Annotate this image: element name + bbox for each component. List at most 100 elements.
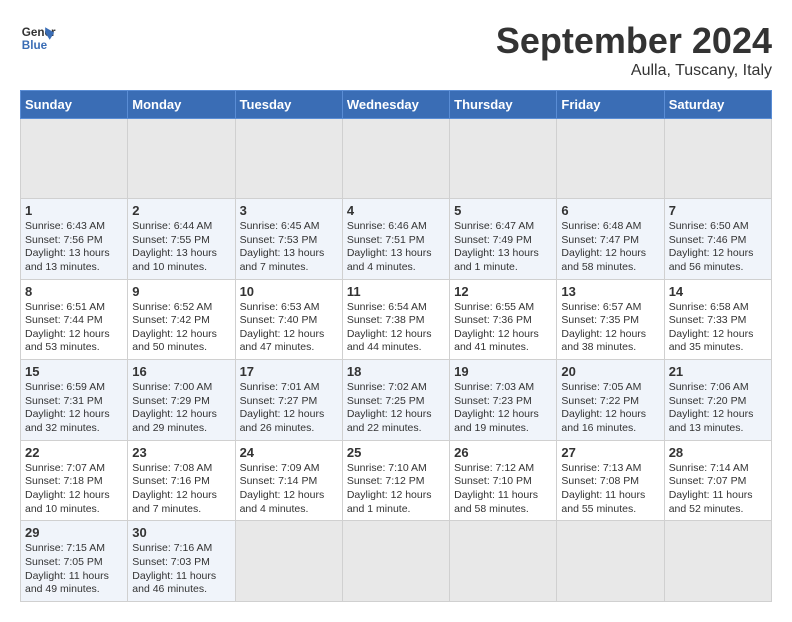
- day-info-line: Daylight: 12 hours and 13 minutes.: [669, 408, 767, 435]
- day-info-line: Sunrise: 6:43 AM: [25, 220, 123, 234]
- calendar-day-cell: 5Sunrise: 6:47 AMSunset: 7:49 PMDaylight…: [450, 199, 557, 280]
- day-number: 29: [25, 525, 123, 540]
- calendar-day-cell: [342, 119, 449, 199]
- day-number: 21: [669, 364, 767, 379]
- day-of-week-header: Sunday: [21, 91, 128, 119]
- day-of-week-header: Wednesday: [342, 91, 449, 119]
- day-info-line: Sunset: 7:18 PM: [25, 475, 123, 489]
- calendar-day-cell: [664, 119, 771, 199]
- day-number: 3: [240, 203, 338, 218]
- day-number: 20: [561, 364, 659, 379]
- day-info-line: Sunrise: 6:58 AM: [669, 301, 767, 315]
- day-info-line: Sunrise: 6:44 AM: [132, 220, 230, 234]
- calendar-day-cell: 29Sunrise: 7:15 AMSunset: 7:05 PMDayligh…: [21, 521, 128, 602]
- day-info-line: Daylight: 12 hours and 35 minutes.: [669, 328, 767, 355]
- day-info-line: Daylight: 12 hours and 4 minutes.: [240, 489, 338, 516]
- day-info-line: Daylight: 12 hours and 7 minutes.: [132, 489, 230, 516]
- day-info-line: Sunset: 7:22 PM: [561, 395, 659, 409]
- calendar-week-row: 1Sunrise: 6:43 AMSunset: 7:56 PMDaylight…: [21, 199, 772, 280]
- calendar-day-cell: 19Sunrise: 7:03 AMSunset: 7:23 PMDayligh…: [450, 360, 557, 441]
- calendar-day-cell: [21, 119, 128, 199]
- day-info-line: Sunrise: 6:51 AM: [25, 301, 123, 315]
- day-number: 2: [132, 203, 230, 218]
- calendar-day-cell: 26Sunrise: 7:12 AMSunset: 7:10 PMDayligh…: [450, 440, 557, 521]
- calendar-day-cell: [557, 521, 664, 602]
- calendar-day-cell: 1 Sunrise: 6:43 AMSunset: 7:56 PMDaylight…: [21, 199, 128, 280]
- day-info-line: Sunset: 7:42 PM: [132, 314, 230, 328]
- day-info-line: Sunset: 7:14 PM: [240, 475, 338, 489]
- calendar-day-cell: 23Sunrise: 7:08 AMSunset: 7:16 PMDayligh…: [128, 440, 235, 521]
- day-info-line: Sunrise: 6:50 AM: [669, 220, 767, 234]
- day-info-line: Sunrise: 7:13 AM: [561, 462, 659, 476]
- calendar-day-cell: 7Sunrise: 6:50 AMSunset: 7:46 PMDaylight…: [664, 199, 771, 280]
- day-of-week-header: Monday: [128, 91, 235, 119]
- day-header-row: SundayMondayTuesdayWednesdayThursdayFrid…: [21, 91, 772, 119]
- calendar-day-cell: 6Sunrise: 6:48 AMSunset: 7:47 PMDaylight…: [557, 199, 664, 280]
- day-number: 24: [240, 445, 338, 460]
- day-number: 1: [25, 203, 123, 218]
- calendar-day-cell: 8Sunrise: 6:51 AMSunset: 7:44 PMDaylight…: [21, 279, 128, 360]
- day-info-line: Daylight: 12 hours and 58 minutes.: [561, 247, 659, 274]
- calendar-day-cell: 28 Sunrise: 7:14 AMSunset: 7:07 PMDayligh…: [664, 440, 771, 521]
- day-of-week-header: Friday: [557, 91, 664, 119]
- calendar-week-row: 15Sunrise: 6:59 AMSunset: 7:31 PMDayligh…: [21, 360, 772, 441]
- logo-icon: General Blue: [20, 20, 56, 56]
- day-info-line: Daylight: 11 hours and 52 minutes.: [669, 489, 767, 516]
- day-info-line: Sunrise: 7:02 AM: [347, 381, 445, 395]
- day-info-line: Sunset: 7:46 PM: [669, 234, 767, 248]
- day-info-line: Sunrise: 6:59 AM: [25, 381, 123, 395]
- day-info-line: Sunset: 7:47 PM: [561, 234, 659, 248]
- day-number: 13: [561, 284, 659, 299]
- day-info-line: Sunrise: 7:14 AM: [669, 462, 767, 476]
- calendar-week-row: [21, 119, 772, 199]
- calendar-day-cell: 24Sunrise: 7:09 AMSunset: 7:14 PMDayligh…: [235, 440, 342, 521]
- day-info-line: Sunrise: 6:47 AM: [454, 220, 552, 234]
- calendar-day-cell: 22Sunrise: 7:07 AMSunset: 7:18 PMDayligh…: [21, 440, 128, 521]
- day-info-line: Sunset: 7:20 PM: [669, 395, 767, 409]
- day-number: 10: [240, 284, 338, 299]
- calendar-day-cell: 2Sunrise: 6:44 AMSunset: 7:55 PMDaylight…: [128, 199, 235, 280]
- day-info-line: Sunrise: 7:15 AM: [25, 542, 123, 556]
- day-number: 25: [347, 445, 445, 460]
- day-of-week-header: Thursday: [450, 91, 557, 119]
- day-info-line: Sunrise: 6:55 AM: [454, 301, 552, 315]
- day-info-line: Sunset: 7:07 PM: [669, 475, 767, 489]
- day-info-line: Sunrise: 6:52 AM: [132, 301, 230, 315]
- calendar-day-cell: [128, 119, 235, 199]
- calendar-day-cell: 17Sunrise: 7:01 AMSunset: 7:27 PMDayligh…: [235, 360, 342, 441]
- day-info-line: Sunset: 7:56 PM: [25, 234, 123, 248]
- day-info-line: Daylight: 12 hours and 26 minutes.: [240, 408, 338, 435]
- calendar-day-cell: [664, 521, 771, 602]
- calendar-day-cell: 27Sunrise: 7:13 AMSunset: 7:08 PMDayligh…: [557, 440, 664, 521]
- logo: General Blue: [20, 20, 56, 56]
- day-number: 28: [669, 445, 767, 460]
- day-number: 9: [132, 284, 230, 299]
- day-number: 27: [561, 445, 659, 460]
- day-number: 12: [454, 284, 552, 299]
- calendar-day-cell: 14Sunrise: 6:58 AMSunset: 7:33 PMDayligh…: [664, 279, 771, 360]
- day-info-line: Daylight: 12 hours and 38 minutes.: [561, 328, 659, 355]
- day-info-line: Daylight: 12 hours and 56 minutes.: [669, 247, 767, 274]
- day-number: 30: [132, 525, 230, 540]
- day-number: 6: [561, 203, 659, 218]
- location: Aulla, Tuscany, Italy: [496, 62, 772, 80]
- day-number: 16: [132, 364, 230, 379]
- day-info-line: Sunset: 7:16 PM: [132, 475, 230, 489]
- svg-text:Blue: Blue: [22, 39, 48, 52]
- day-info-line: Sunrise: 7:08 AM: [132, 462, 230, 476]
- month-title: September 2024: [496, 20, 772, 62]
- calendar-day-cell: [557, 119, 664, 199]
- day-of-week-header: Tuesday: [235, 91, 342, 119]
- day-info-line: Daylight: 12 hours and 16 minutes.: [561, 408, 659, 435]
- day-info-line: Sunrise: 6:46 AM: [347, 220, 445, 234]
- day-info-line: Daylight: 13 hours and 13 minutes.: [25, 247, 123, 274]
- day-info-line: Sunset: 7:33 PM: [669, 314, 767, 328]
- day-info-line: Sunrise: 6:53 AM: [240, 301, 338, 315]
- day-info-line: Sunrise: 6:45 AM: [240, 220, 338, 234]
- calendar-day-cell: 18Sunrise: 7:02 AMSunset: 7:25 PMDayligh…: [342, 360, 449, 441]
- day-info-line: Daylight: 12 hours and 44 minutes.: [347, 328, 445, 355]
- day-info-line: Sunrise: 7:05 AM: [561, 381, 659, 395]
- day-info-line: Sunset: 7:10 PM: [454, 475, 552, 489]
- day-info-line: Sunset: 7:03 PM: [132, 556, 230, 570]
- day-number: 5: [454, 203, 552, 218]
